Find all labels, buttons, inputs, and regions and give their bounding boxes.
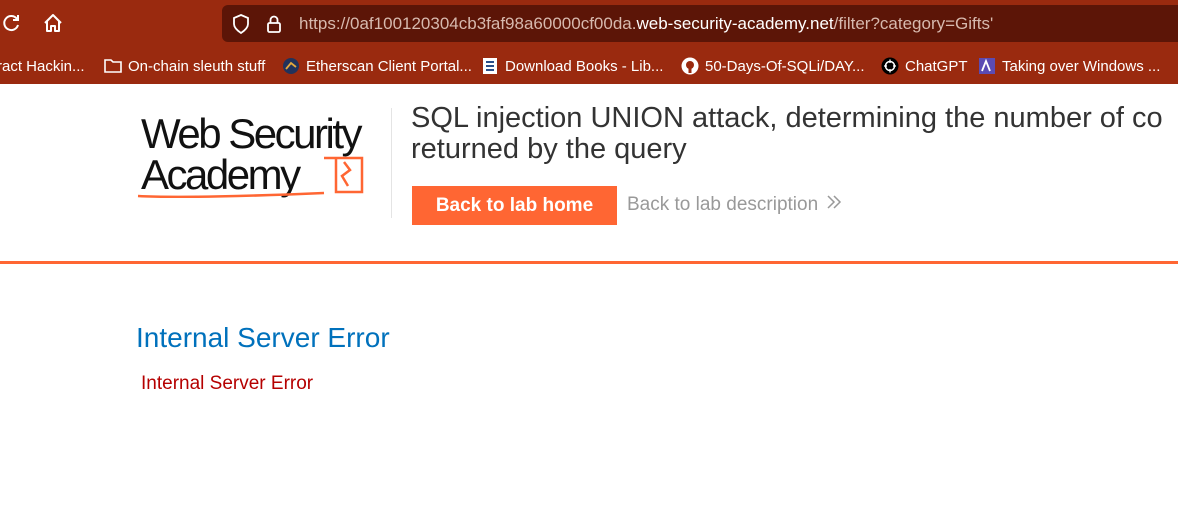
bookmark-sqli-days[interactable]: 50-Days-Of-SQLi/DAY... — [681, 50, 865, 82]
url-text[interactable]: https://0af100120304cb3faf98a60000cf00da… — [299, 14, 993, 34]
header-divider — [391, 108, 392, 218]
home-icon[interactable] — [40, 10, 66, 36]
book-icon — [481, 57, 499, 75]
header-separator — [0, 261, 1178, 264]
site-icon — [978, 57, 996, 75]
bookmark-label: Taking over Windows ... — [1002, 57, 1161, 75]
url-path: /filter?category=Gifts' — [833, 14, 994, 33]
folder-icon — [104, 57, 122, 75]
academy-logo[interactable]: Web Security Academy — [136, 108, 396, 203]
error-message: Internal Server Error — [141, 373, 314, 394]
bookmarks-bar: ract Hackin... On-chain sleuth stuff Eth… — [0, 50, 1178, 82]
lab-title-line2: returned by the query — [411, 133, 687, 165]
shield-icon[interactable] — [232, 14, 250, 39]
bookmark-label: ChatGPT — [905, 57, 968, 75]
lab-title: SQL injection UNION attack, determining … — [411, 103, 1163, 165]
lab-title-line1: SQL injection UNION attack, determining … — [411, 102, 1163, 134]
reload-icon[interactable] — [0, 10, 24, 36]
bookmark-label: On-chain sleuth stuff — [128, 57, 266, 75]
bookmark-download-books[interactable]: Download Books - Lib... — [481, 50, 663, 82]
error-heading: Internal Server Error — [136, 322, 390, 353]
address-bar[interactable]: https://0af100120304cb3faf98a60000cf00da… — [222, 5, 1178, 42]
browser-toolbar: https://0af100120304cb3faf98a60000cf00da… — [0, 0, 1178, 46]
back-to-lab-description-link[interactable]: Back to lab description — [627, 194, 842, 216]
chatgpt-icon — [881, 57, 899, 75]
bookmark-label: ract Hackin... — [0, 57, 85, 75]
bookmark-chatgpt[interactable]: ChatGPT — [881, 50, 968, 82]
back-description-label: Back to lab description — [627, 194, 819, 215]
lock-icon[interactable] — [266, 14, 282, 39]
back-to-lab-home-button[interactable]: Back to lab home — [412, 186, 617, 225]
bookmark-onchain-sleuth[interactable]: On-chain sleuth stuff — [104, 50, 265, 82]
logo-flask-icon — [137, 156, 364, 199]
bookmark-label: 50-Days-Of-SQLi/DAY... — [705, 57, 865, 75]
etherscan-icon — [282, 57, 300, 75]
double-chevron-right-icon — [826, 194, 842, 216]
url-domain: web-security-academy.net — [636, 14, 834, 33]
bookmark-label: Download Books - Lib... — [505, 57, 664, 75]
bookmark-taking-over-windows[interactable]: Taking over Windows ... — [978, 50, 1160, 82]
bookmark-etherscan[interactable]: Etherscan Client Portal... — [282, 50, 472, 82]
github-icon — [681, 57, 699, 75]
bookmark-contract-hacking[interactable]: ract Hackin... — [0, 50, 85, 82]
url-prefix: https://0af100120304cb3faf98a60000cf00da… — [299, 14, 637, 33]
bookmark-label: Etherscan Client Portal... — [306, 57, 472, 75]
browser-chrome: https://0af100120304cb3faf98a60000cf00da… — [0, 0, 1178, 84]
